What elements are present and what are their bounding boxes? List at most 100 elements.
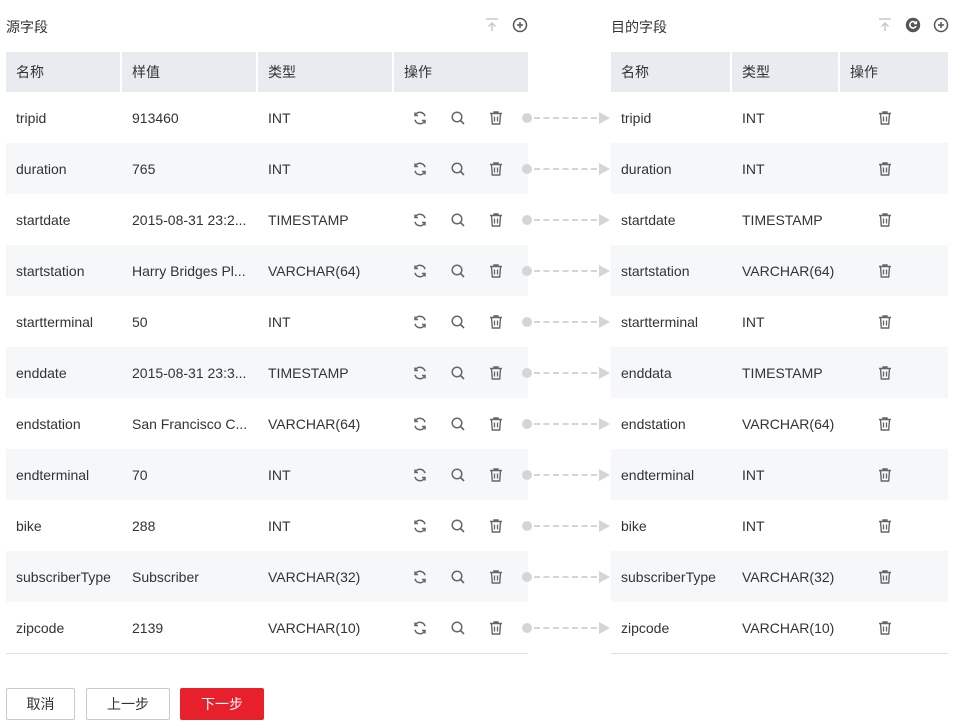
delete-icon[interactable] [486, 261, 506, 281]
field-mapping-connector[interactable] [522, 316, 610, 328]
delete-icon[interactable] [875, 312, 895, 332]
convert-icon[interactable] [410, 210, 430, 230]
field-name: startstation [16, 262, 85, 279]
connector-start-dot[interactable] [522, 572, 532, 582]
connector-start-dot[interactable] [522, 215, 532, 225]
field-sample-value: San Francisco C... [132, 415, 248, 432]
connector-start-dot[interactable] [522, 266, 532, 276]
search-icon[interactable] [448, 618, 468, 638]
row-actions [394, 159, 528, 179]
delete-icon[interactable] [486, 465, 506, 485]
search-icon[interactable] [448, 414, 468, 434]
connector-start-dot[interactable] [522, 521, 532, 531]
delete-icon[interactable] [875, 261, 895, 281]
delete-icon[interactable] [875, 108, 895, 128]
field-mapping-connector[interactable] [522, 571, 610, 583]
add-field-icon[interactable] [512, 17, 528, 33]
connector-start-dot[interactable] [522, 113, 532, 123]
row-actions [394, 465, 528, 485]
connector-arrow [599, 367, 610, 379]
search-icon[interactable] [448, 210, 468, 230]
search-icon[interactable] [448, 312, 468, 332]
field-mapping-connector[interactable] [522, 622, 610, 634]
connector-start-dot[interactable] [522, 470, 532, 480]
field-mapping-connector[interactable] [522, 163, 610, 175]
target-field-row: endterminal INT [611, 449, 948, 500]
previous-step-button[interactable]: 上一步 [86, 688, 170, 720]
connector-start-dot[interactable] [522, 419, 532, 429]
field-mapping-connector[interactable] [522, 367, 610, 379]
source-field-row: startterminal 50 INT [6, 296, 528, 347]
delete-icon[interactable] [875, 210, 895, 230]
target-field-row: startterminal INT [611, 296, 948, 347]
delete-icon[interactable] [486, 363, 506, 383]
convert-icon[interactable] [410, 567, 430, 587]
target-field-row: enddata TIMESTAMP [611, 347, 948, 398]
search-icon[interactable] [448, 261, 468, 281]
connector-start-dot[interactable] [522, 623, 532, 633]
source-field-row: startstation Harry Bridges Pl... VARCHAR(6… [6, 245, 528, 296]
convert-icon[interactable] [410, 108, 430, 128]
connector-start-dot[interactable] [522, 368, 532, 378]
column-header-type: 类型 [732, 52, 840, 92]
row-actions [840, 516, 948, 536]
delete-icon[interactable] [875, 414, 895, 434]
delete-icon[interactable] [486, 210, 506, 230]
delete-icon[interactable] [486, 567, 506, 587]
convert-icon[interactable] [410, 261, 430, 281]
search-icon[interactable] [448, 159, 468, 179]
field-mapping-connector[interactable] [522, 265, 610, 277]
convert-icon[interactable] [410, 312, 430, 332]
delete-icon[interactable] [486, 159, 506, 179]
cancel-button[interactable]: 取消 [6, 688, 75, 720]
search-icon[interactable] [448, 465, 468, 485]
connector-start-dot[interactable] [522, 164, 532, 174]
target-move-top-icon[interactable] [877, 17, 893, 33]
field-type: INT [742, 466, 765, 483]
search-icon[interactable] [448, 363, 468, 383]
connector-arrow [599, 112, 610, 124]
delete-icon[interactable] [875, 465, 895, 485]
connector-arrow [599, 265, 610, 277]
search-icon[interactable] [448, 516, 468, 536]
refresh-icon[interactable] [905, 17, 921, 33]
field-type: INT [742, 109, 765, 126]
delete-icon[interactable] [875, 363, 895, 383]
next-step-button[interactable]: 下一步 [180, 688, 264, 720]
delete-icon[interactable] [875, 567, 895, 587]
delete-icon[interactable] [486, 618, 506, 638]
convert-icon[interactable] [410, 465, 430, 485]
convert-icon[interactable] [410, 516, 430, 536]
convert-icon[interactable] [410, 363, 430, 383]
row-actions [840, 414, 948, 434]
row-actions [394, 210, 528, 230]
field-mapping-connector[interactable] [522, 418, 610, 430]
connector-start-dot[interactable] [522, 317, 532, 327]
convert-icon[interactable] [410, 414, 430, 434]
delete-icon[interactable] [486, 414, 506, 434]
field-type: VARCHAR(10) [742, 619, 835, 636]
field-mapping-connector[interactable] [522, 214, 610, 226]
convert-icon[interactable] [410, 618, 430, 638]
field-mapping-connector[interactable] [522, 520, 610, 532]
delete-icon[interactable] [875, 159, 895, 179]
target-add-field-icon[interactable] [933, 17, 949, 33]
field-mapping-connector[interactable] [522, 469, 610, 481]
delete-icon[interactable] [486, 108, 506, 128]
field-sample-value: Subscriber [132, 568, 199, 585]
field-name: zipcode [16, 619, 65, 636]
field-mapping-connector[interactable] [522, 112, 610, 124]
target-table-header: 名称 类型 操作 [611, 52, 948, 92]
delete-icon[interactable] [875, 618, 895, 638]
target-field-row: zipcode VARCHAR(10) [611, 602, 948, 653]
move-top-icon[interactable] [484, 17, 500, 33]
field-name: startdate [621, 211, 676, 228]
connector-arrow [599, 214, 610, 226]
search-icon[interactable] [448, 567, 468, 587]
target-field-row: subscriberType VARCHAR(32) [611, 551, 948, 602]
delete-icon[interactable] [486, 312, 506, 332]
convert-icon[interactable] [410, 159, 430, 179]
delete-icon[interactable] [486, 516, 506, 536]
delete-icon[interactable] [875, 516, 895, 536]
search-icon[interactable] [448, 108, 468, 128]
